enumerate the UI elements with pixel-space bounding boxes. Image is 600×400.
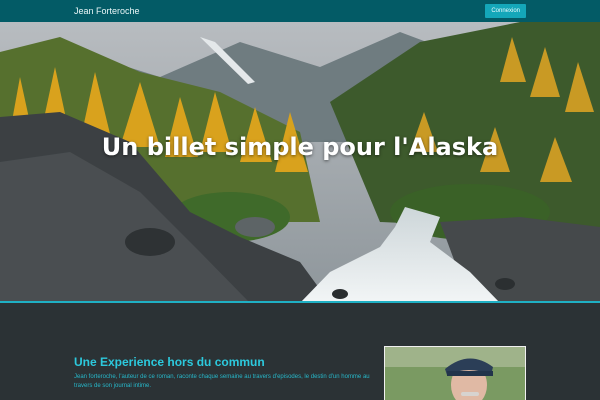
author-portrait-image [385,347,525,400]
author-photo [384,346,526,400]
top-navbar: Jean Forteroche Connexion [0,0,600,22]
hero-landscape-image [0,22,600,301]
intro-section: Une Experience hors du commun Jean forte… [0,305,600,400]
login-button[interactable]: Connexion [485,4,526,18]
hero-banner: Un billet simple pour l'Alaska [0,22,600,303]
brand-link[interactable]: Jean Forteroche [74,6,140,16]
hero-title: Un billet simple pour l'Alaska [101,133,499,161]
intro-text: Jean forteroche, l'auteur de ce roman, r… [74,374,370,389]
intro-title: Une Experience hors du commun [74,355,265,369]
